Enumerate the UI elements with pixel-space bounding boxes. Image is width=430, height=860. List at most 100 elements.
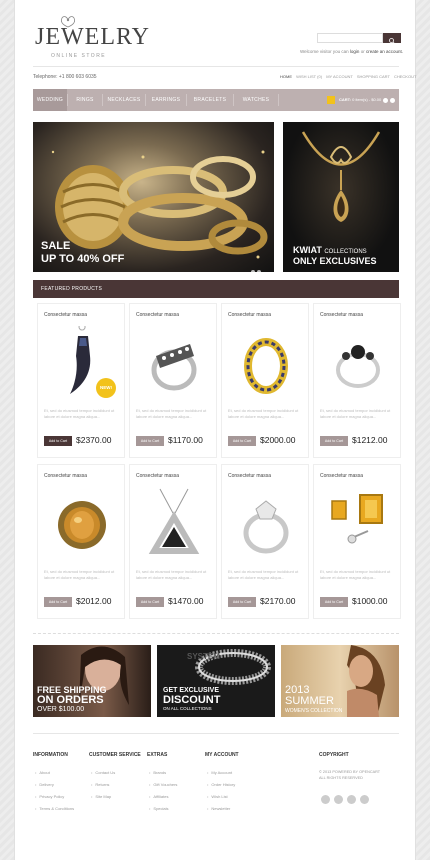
product-description: Et, sed do eiusmod tempor incididunt ut … <box>44 408 115 419</box>
promo-line3: WOMEN'S COLLECTION <box>285 708 343 714</box>
footer-link[interactable]: My Account <box>207 770 232 775</box>
facebook-icon[interactable] <box>321 795 330 804</box>
nav-item-earrings[interactable]: EARRINGS <box>146 89 186 111</box>
footer-link[interactable]: Site Map <box>91 794 111 799</box>
product-card[interactable]: Consectetur massa Et, sed do eiusmod tem… <box>129 464 217 619</box>
kwiat-brand: KWIAT <box>293 245 322 255</box>
kwiat-collections: COLLECTIONS <box>324 249 367 255</box>
footer-link[interactable]: Order History <box>207 782 235 787</box>
footer-link[interactable]: Gift Vouchers <box>149 782 177 787</box>
product-description: Et, sed do eiusmod tempor incididunt ut … <box>136 408 207 419</box>
promo-free-shipping[interactable]: FREE SHIPPING ON ORDERS OVER $100.00 <box>33 645 151 717</box>
twitter-icon[interactable] <box>334 795 343 804</box>
add-to-cart-button[interactable]: Add to Cart <box>44 436 72 446</box>
currency-euro-icon[interactable] <box>383 98 388 103</box>
product-description: Et, sed do eiusmod tempor incididunt ut … <box>320 408 391 419</box>
slider-dot[interactable] <box>251 270 255 272</box>
add-to-cart-button[interactable]: Add to Cart <box>320 436 348 446</box>
currency-dollar-icon[interactable] <box>390 98 395 103</box>
copyright-line1: © 2013 POWERED BY OPENCART <box>319 770 381 774</box>
logo[interactable]: JEWELRY ONLINE STORE <box>35 14 149 59</box>
footer-heading-extras: EXTRAS <box>147 752 168 758</box>
divider <box>33 66 399 67</box>
main-nav: WEDDING RINGS NECKLACES EARRINGS BRACELE… <box>33 89 399 111</box>
product-title[interactable]: Consectetur massa <box>44 473 87 479</box>
search-box <box>317 33 401 44</box>
bracelet-watermark: SYSTEM <box>187 652 220 661</box>
top-links: HOME WISH LIST (0) MY ACCOUNT SHOPPING C… <box>277 74 416 79</box>
add-to-cart-button[interactable]: Add to Cart <box>228 597 256 607</box>
product-card[interactable]: Consectetur massa Et, sed do eiusmod tem… <box>221 303 309 458</box>
rss-icon[interactable] <box>360 795 369 804</box>
product-title[interactable]: Consectetur massa <box>44 312 87 318</box>
product-price: $2012.00 <box>76 596 112 606</box>
main-banner[interactable]: SALE UP TO 40% OFF <box>33 122 274 272</box>
top-link-wishlist[interactable]: WISH LIST (0) <box>296 74 322 79</box>
top-link-checkout[interactable]: CHECKOUT <box>394 74 416 79</box>
footer-link[interactable]: Privacy Policy <box>35 794 64 799</box>
add-to-cart-button[interactable]: Add to Cart <box>228 436 256 446</box>
top-link-home[interactable]: HOME <box>280 74 292 79</box>
product-card[interactable]: Consectetur massa Et, sed do eiusmod tem… <box>129 303 217 458</box>
product-title[interactable]: Consectetur massa <box>136 473 179 479</box>
add-to-cart-button[interactable]: Add to Cart <box>136 597 164 607</box>
product-card[interactable]: Consectetur massa Et, sed do eiusmod tem… <box>221 464 309 619</box>
nav-separator <box>278 94 279 106</box>
footer-link[interactable]: Newsletter <box>207 806 230 811</box>
product-title[interactable]: Consectetur massa <box>320 312 363 318</box>
nav-item-necklaces[interactable]: NECKLACES <box>103 89 145 111</box>
product-card[interactable]: Consectetur massa NEW! Et, sed do eiusmo… <box>37 303 125 458</box>
footer-link[interactable]: Brands <box>149 770 166 775</box>
footer-link[interactable]: Specials <box>149 806 168 811</box>
sale-subtitle: UP TO 40% OFF <box>41 253 125 265</box>
product-title[interactable]: Consectetur massa <box>136 312 179 318</box>
top-link-account[interactable]: MY ACCOUNT <box>326 74 353 79</box>
slider-pagination <box>251 261 271 272</box>
promo-line2: DISCOUNT <box>163 694 221 706</box>
footer-link[interactable]: About <box>35 770 49 775</box>
diamond-ring-image <box>151 344 197 391</box>
google-plus-icon[interactable] <box>347 795 356 804</box>
login-link[interactable]: login <box>350 49 360 54</box>
promo-line3: ON ALL COLLECTIONS <box>163 706 212 711</box>
product-title[interactable]: Consectetur massa <box>228 473 271 479</box>
slider-dot[interactable] <box>257 270 261 272</box>
footer-link[interactable]: Returns <box>91 782 109 787</box>
featured-products-header: FEATURED PRODUCTS <box>33 280 399 298</box>
search-button[interactable] <box>383 33 401 44</box>
footer-link[interactable]: Affiliates <box>149 794 168 799</box>
side-banner[interactable]: KWIAT COLLECTIONS ONLY EXCLUSIVES <box>283 122 399 272</box>
product-description: Et, sed do eiusmod tempor incididunt ut … <box>320 569 391 580</box>
product-card[interactable]: Consectetur massa Et, sed do eiusmod tem… <box>37 464 125 619</box>
promo-summer-collection[interactable]: 2013 SUMMER WOMEN'S COLLECTION <box>281 645 399 717</box>
product-title[interactable]: Consectetur massa <box>320 473 363 479</box>
add-to-cart-button[interactable]: Add to Cart <box>136 436 164 446</box>
cart-icon[interactable] <box>327 96 335 104</box>
welcome-or: or <box>360 49 365 54</box>
nav-item-rings[interactable]: RINGS <box>68 89 102 111</box>
add-to-cart-button[interactable]: Add to Cart <box>44 597 72 607</box>
product-price: $2170.00 <box>260 596 296 606</box>
product-title[interactable]: Consectetur massa <box>228 312 271 318</box>
footer-link[interactable]: Wish List <box>207 794 227 799</box>
kwiat-subtitle: ONLY EXCLUSIVES <box>293 256 377 266</box>
search-icon <box>389 38 395 44</box>
product-card[interactable]: Consectetur massa Et, sed do eiusmod tem… <box>313 464 401 619</box>
cart-summary[interactable]: CART: 0 item(s) - $0.00 <box>339 89 381 111</box>
product-card[interactable]: Consectetur massa Et, sed do eiusmod tem… <box>313 303 401 458</box>
create-account-link[interactable]: create an account. <box>366 49 403 54</box>
logo-subtitle: ONLINE STORE <box>51 53 107 59</box>
nav-item-bracelets[interactable]: BRACELETS <box>187 89 233 111</box>
product-description: Et, sed do eiusmod tempor incididunt ut … <box>44 569 115 580</box>
footer-link[interactable]: Terms & Conditions <box>35 806 74 811</box>
search-input[interactable] <box>317 33 383 43</box>
nav-item-watches[interactable]: WATCHES <box>234 89 278 111</box>
footer-link[interactable]: Contact Us <box>91 770 115 775</box>
top-link-cart[interactable]: SHOPPING CART <box>357 74 390 79</box>
promo-line3: OVER $100.00 <box>37 706 85 713</box>
footer-link[interactable]: Delivery <box>35 782 53 787</box>
nav-item-wedding[interactable]: WEDDING <box>33 89 67 111</box>
add-to-cart-button[interactable]: Add to Cart <box>320 597 348 607</box>
cart-label: CART: <box>339 97 351 102</box>
promo-exclusive-discount[interactable]: SYSTEM GET EXCLUSIVE DISCOUNT ON ALL COL… <box>157 645 275 717</box>
